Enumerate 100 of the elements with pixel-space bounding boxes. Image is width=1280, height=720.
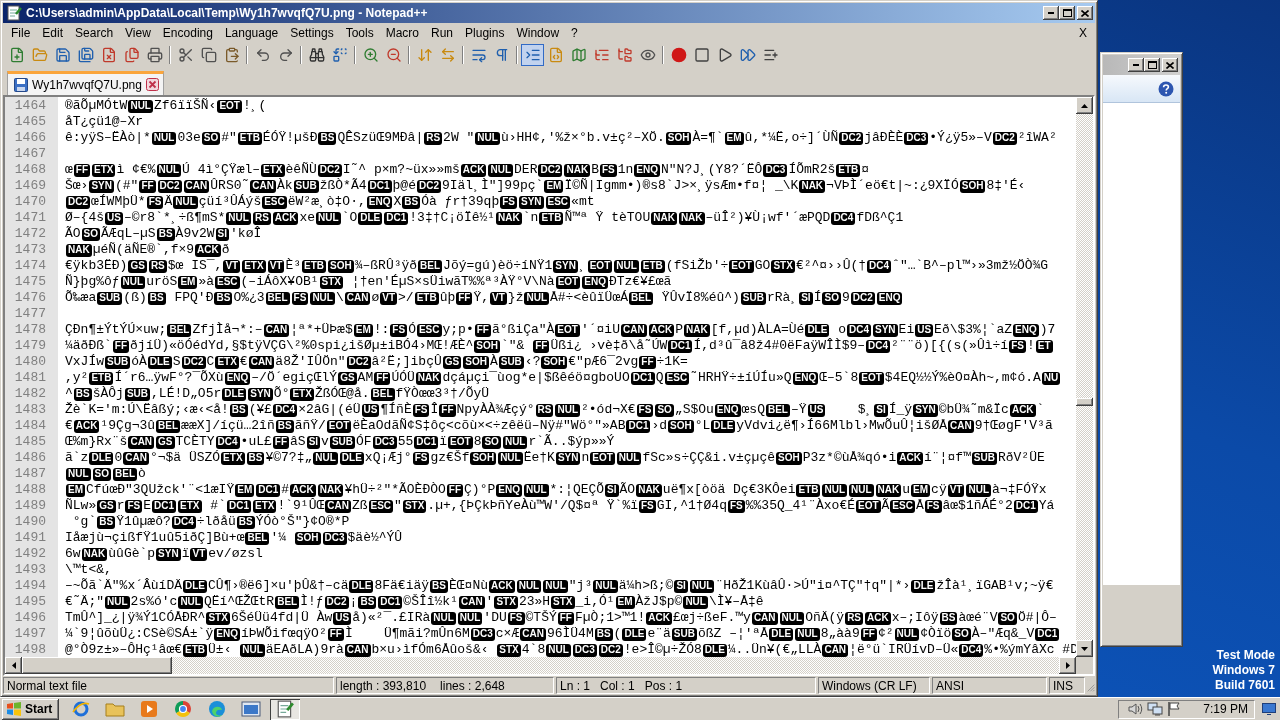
control-character: CAN [250, 179, 276, 193]
control-character: ETB [796, 483, 821, 497]
maximize-button[interactable] [1144, 58, 1160, 72]
scroll-up-button[interactable] [1076, 97, 1093, 114]
control-character: SYN [518, 195, 544, 209]
scroll-down-button[interactable] [1076, 640, 1093, 657]
help-icon[interactable] [1158, 80, 1174, 97]
ring-icon [72, 700, 90, 718]
control-character: DC4 [867, 259, 892, 273]
menu-item[interactable]: Settings [284, 24, 340, 42]
minimize-icon [1133, 64, 1139, 66]
code-text: ×2âG|(éÜ [298, 402, 361, 418]
window-icon [241, 701, 261, 717]
control-character: NAK [678, 211, 705, 225]
control-character: DLE [805, 323, 830, 337]
code-text: Í,d³û¯â8ž4#0ëFaÿWÎÌ$9– [693, 338, 866, 354]
code-text: È³ [285, 258, 301, 274]
code-text: Ñ}þg%ôƒ [65, 274, 120, 290]
code-text: .µ+,{ÞÇkÞñYeÀù™W'/Q$¤ª Ÿ`%ï [427, 498, 638, 514]
clock: 7:19 PM [1203, 702, 1248, 716]
code-text: ÍÕmR2š [788, 162, 836, 178]
menu-item[interactable]: Plugins [459, 24, 511, 42]
control-character: ETX [92, 163, 116, 177]
control-character: BEL [156, 419, 181, 433]
control-character: DLE [702, 643, 727, 657]
line-number: 1486 [13, 450, 46, 466]
control-character: NUL [593, 579, 618, 593]
control-character: DC2 [66, 195, 90, 209]
control-character: SUB [105, 355, 131, 369]
code-text: u [902, 482, 911, 498]
menu-item[interactable]: Encoding [156, 24, 219, 42]
line-ending-label: Windows (CR LF) [822, 678, 917, 693]
code-text: ! [1026, 338, 1035, 354]
control-character: NUL [313, 451, 338, 465]
control-character: BS [594, 627, 613, 641]
code-text: ÷lðåü [196, 514, 236, 530]
menu-item[interactable]: Window [510, 24, 566, 42]
control-character: VT [380, 291, 397, 305]
close-document-button[interactable]: X [1077, 26, 1089, 40]
control-character: RS [845, 611, 864, 625]
close-button[interactable] [1162, 58, 1178, 72]
code-text: Šœ› [65, 178, 89, 194]
control-character: NUL [546, 643, 571, 657]
menu-item[interactable]: Language [218, 24, 285, 42]
line-number: 1472 [13, 226, 46, 242]
menu-item[interactable]: View [119, 24, 157, 42]
code-text: –/Ö´egiçŒlÝ [251, 370, 338, 386]
maximize-icon [1062, 9, 1072, 17]
code-text: ¦ë°ü`IRÜívD–Ü« [849, 642, 959, 657]
code-text: ®ãÕµMÓtW [65, 98, 128, 114]
code-text: à¬‡FÓŸx [992, 482, 1047, 498]
menu-item[interactable]: File [5, 24, 37, 42]
control-character: NAK [564, 163, 591, 177]
scroll-thumb[interactable] [22, 657, 172, 674]
scroll-right-button[interactable] [1059, 657, 1076, 674]
menu-item[interactable]: Run [425, 24, 460, 42]
menu-item[interactable]: Search [69, 24, 120, 42]
code-text: Ì Ü¶mãi?mÛn6M [344, 626, 470, 642]
minimize-button[interactable] [1043, 6, 1059, 20]
maximize-button[interactable] [1059, 6, 1075, 20]
code-text: ã°ßiÇa"À [491, 322, 555, 338]
start-logo-icon [6, 702, 22, 716]
code-text: ©bÜ¾˜m&Ïc [938, 402, 1009, 418]
scroll-left-button[interactable] [5, 657, 22, 674]
control-character: NUL [779, 611, 805, 625]
speaker-icon[interactable] [1127, 701, 1144, 717]
control-character: CAN [344, 643, 371, 657]
control-character: SI [799, 291, 813, 305]
file-tab[interactable]: Wy1h7wvqfQ7U.png [7, 71, 164, 95]
menu-item[interactable]: Macro [379, 24, 425, 42]
code-text: ÷1K= [656, 354, 688, 370]
control-character: STX [319, 275, 344, 289]
code-text: #" [221, 130, 237, 146]
control-character: SO [92, 467, 111, 481]
code-text: cÿ [931, 482, 947, 498]
control-character: GS [97, 499, 116, 513]
control-character: DC1 [367, 179, 392, 193]
control-character: FF [439, 403, 456, 417]
network-icon[interactable] [1147, 701, 1164, 717]
minimize-button[interactable] [1128, 58, 1144, 72]
control-character: SYN [248, 387, 273, 401]
control-character: CAN [344, 291, 371, 305]
code-text: ˆ"…`B^–pl™›»3mž½ÖÒ¾G [892, 258, 1049, 274]
control-character: US [105, 211, 123, 225]
code-text: Å#÷<èûïÜœÁ [550, 290, 629, 306]
code-text: X [393, 194, 402, 210]
control-character: DC4 [847, 323, 871, 337]
scroll-thumb[interactable] [1076, 398, 1093, 407]
menu-item[interactable]: Tools [339, 24, 380, 42]
code-text: \™t<&, [65, 562, 112, 578]
toolbar-button[interactable] [521, 44, 544, 66]
flag-icon[interactable] [1167, 701, 1182, 717]
taskbar-button[interactable] [270, 698, 300, 720]
menu-item[interactable]: ? [565, 24, 584, 42]
printer-icon [146, 47, 163, 63]
horizontal-arrows-icon [439, 47, 456, 63]
code-text: âœ$1ñÁÉ°2 [942, 498, 1013, 514]
start-button[interactable]: Start [2, 698, 59, 720]
close-button[interactable] [1077, 6, 1093, 20]
menu-item[interactable]: Edit [36, 24, 70, 42]
